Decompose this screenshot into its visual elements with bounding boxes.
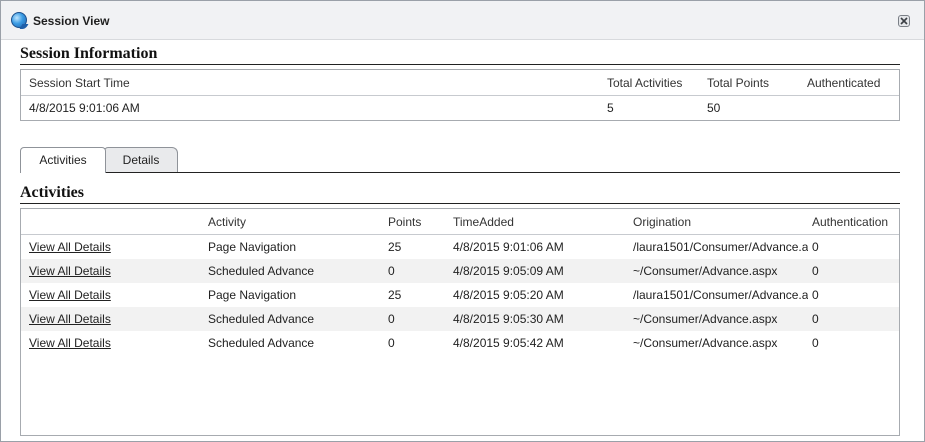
section-divider	[20, 203, 900, 204]
activity-cell: Scheduled Advance	[208, 264, 315, 278]
session-info-row: 4/8/2015 9:01:06 AM 5 50	[21, 96, 899, 120]
window-title: Session View	[33, 14, 110, 28]
table-row: View All Details Scheduled Advance 0 4/8…	[21, 259, 899, 283]
session-start-time-value: 4/8/2015 9:01:06 AM	[29, 101, 140, 115]
header-origination: Origination	[633, 215, 692, 229]
authentication-cell: 0	[812, 240, 819, 254]
points-cell: 25	[388, 288, 402, 302]
table-row: View All Details Page Navigation 25 4/8/…	[21, 283, 899, 307]
origination-cell: ~/Consumer/Advance.aspx	[633, 264, 778, 278]
title-bar[interactable]: Session View	[1, 1, 924, 40]
authentication-cell: 0	[812, 288, 819, 302]
table-row: View All Details Page Navigation 25 4/8/…	[21, 235, 899, 259]
view-all-details-link[interactable]: View All Details	[29, 312, 111, 326]
total-activities-value: 5	[607, 101, 614, 115]
header-time-added: TimeAdded	[453, 215, 514, 229]
activity-cell: Page Navigation	[208, 288, 297, 302]
session-info-header: Session Start Time Total Activities Tota…	[21, 70, 899, 96]
session-info-table: Session Start Time Total Activities Tota…	[20, 69, 900, 121]
activities-header: Activity Points TimeAdded Origination Au…	[21, 209, 899, 235]
close-icon[interactable]	[898, 15, 910, 27]
header-total-points: Total Points	[707, 76, 770, 90]
table-row: View All Details Scheduled Advance 0 4/8…	[21, 307, 899, 331]
time-added-cell: 4/8/2015 9:01:06 AM	[453, 240, 564, 254]
points-cell: 0	[388, 312, 395, 326]
tab-details[interactable]: Details	[104, 147, 178, 172]
points-cell: 0	[388, 264, 395, 278]
header-activity: Activity	[208, 215, 247, 229]
points-cell: 0	[388, 336, 395, 350]
header-authentication: Authentication	[812, 215, 889, 229]
section-divider	[20, 64, 900, 65]
header-total-activities: Total Activities	[607, 76, 683, 90]
origination-cell: /laura1501/Consumer/Advance.aspx	[633, 240, 808, 254]
activity-cell: Scheduled Advance	[208, 312, 315, 326]
time-added-cell: 4/8/2015 9:05:30 AM	[453, 312, 564, 326]
session-view-window: Session View Session Information Session…	[0, 0, 925, 442]
time-added-cell: 4/8/2015 9:05:09 AM	[453, 264, 564, 278]
tab-activities[interactable]: Activities	[20, 147, 106, 173]
origination-cell: ~/Consumer/Advance.aspx	[633, 312, 778, 326]
points-cell: 25	[388, 240, 402, 254]
activities-heading: Activities	[20, 184, 84, 201]
view-all-details-link[interactable]: View All Details	[29, 240, 111, 254]
time-added-cell: 4/8/2015 9:05:20 AM	[453, 288, 564, 302]
header-authenticated: Authenticated	[807, 76, 881, 90]
authentication-cell: 0	[812, 336, 819, 350]
view-all-details-link[interactable]: View All Details	[29, 264, 111, 278]
header-points: Points	[388, 215, 422, 229]
origination-cell: /laura1501/Consumer/Advance.aspx	[633, 288, 808, 302]
origination-cell: ~/Consumer/Advance.aspx	[633, 336, 778, 350]
header-session-start-time: Session Start Time	[29, 76, 130, 90]
authentication-cell: 0	[812, 264, 819, 278]
activity-cell: Page Navigation	[208, 240, 297, 254]
activities-table: Activity Points TimeAdded Origination Au…	[20, 208, 900, 436]
tab-strip-divider	[20, 172, 900, 173]
session-information-heading: Session Information	[20, 45, 158, 62]
view-all-details-link[interactable]: View All Details	[29, 336, 111, 350]
authentication-cell: 0	[812, 312, 819, 326]
time-added-cell: 4/8/2015 9:05:42 AM	[453, 336, 564, 350]
activity-cell: Scheduled Advance	[208, 336, 315, 350]
total-points-value: 50	[707, 101, 721, 115]
view-all-details-link[interactable]: View All Details	[29, 288, 111, 302]
table-row: View All Details Scheduled Advance 0 4/8…	[21, 331, 899, 355]
session-view-icon	[11, 12, 27, 28]
